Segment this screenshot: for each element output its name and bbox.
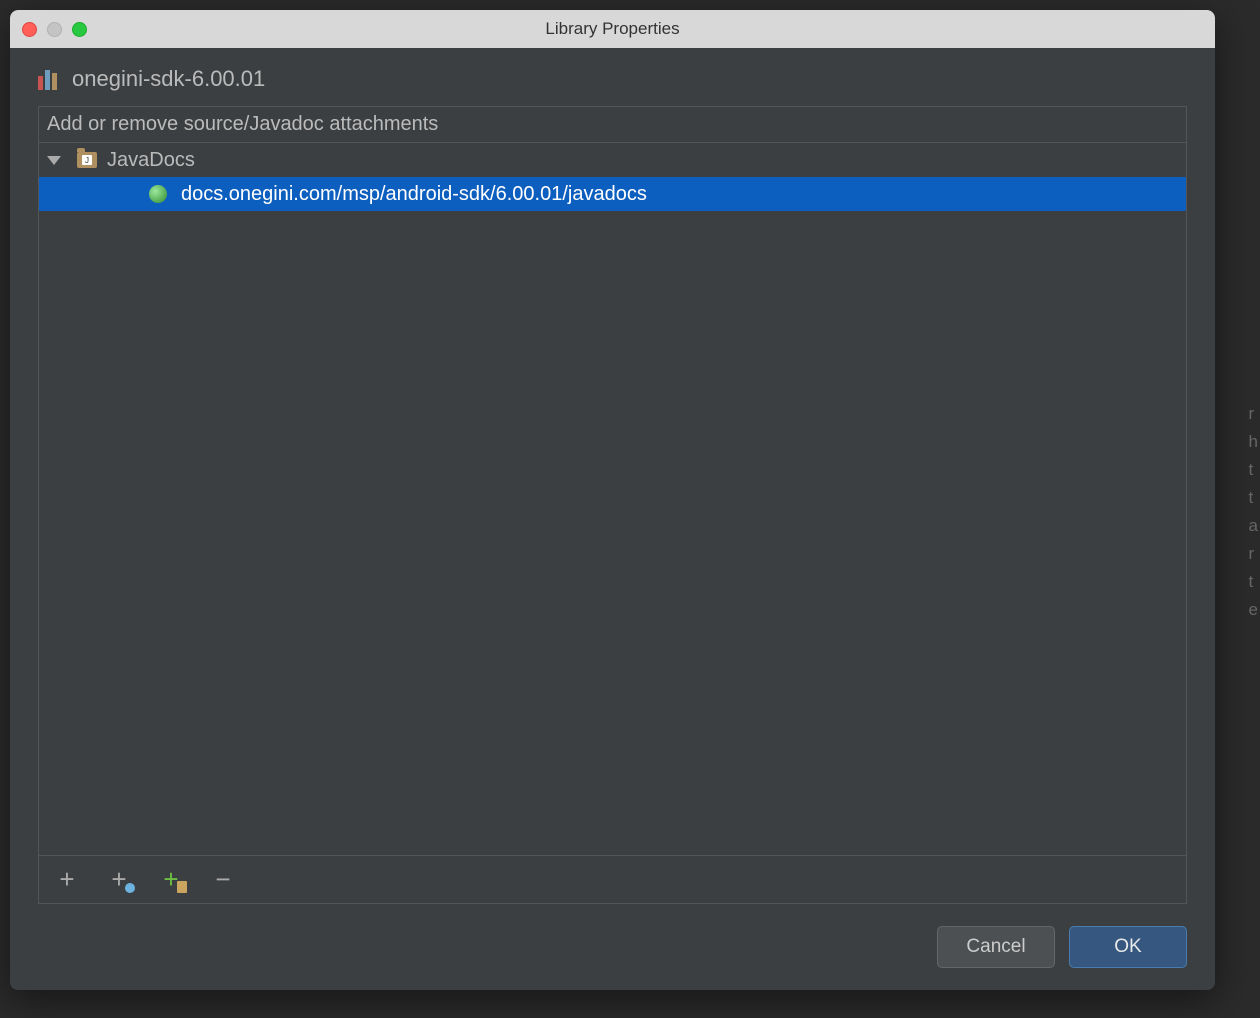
- close-window-button[interactable]: [22, 22, 37, 37]
- tree-node-label: docs.onegini.com/msp/android-sdk/6.00.01…: [181, 183, 647, 206]
- library-name: onegini-sdk-6.00.01: [72, 66, 265, 92]
- tree-node-label: JavaDocs: [107, 149, 195, 172]
- dialog-footer: Cancel OK: [10, 904, 1215, 990]
- dialog-content: onegini-sdk-6.00.01 Add or remove source…: [10, 48, 1215, 990]
- library-icon: [38, 68, 60, 90]
- window-controls: [22, 22, 87, 37]
- add-url-button[interactable]: [105, 866, 133, 894]
- chevron-down-icon[interactable]: [47, 156, 61, 165]
- minimize-window-button[interactable]: [47, 22, 62, 37]
- add-button[interactable]: [53, 866, 81, 894]
- titlebar: Library Properties: [10, 10, 1215, 48]
- panel-toolbar: [39, 855, 1186, 903]
- maximize-window-button[interactable]: [72, 22, 87, 37]
- folder-icon: J: [77, 152, 97, 168]
- add-file-button[interactable]: [157, 866, 185, 894]
- remove-button[interactable]: [209, 866, 237, 894]
- library-header: onegini-sdk-6.00.01: [10, 48, 1215, 106]
- tree-node-javadoc-url[interactable]: docs.onegini.com/msp/android-sdk/6.00.01…: [39, 177, 1186, 211]
- dialog-window: Library Properties onegini-sdk-6.00.01 A…: [10, 10, 1215, 990]
- background-text-fragment: r h t t a r t e: [1249, 400, 1258, 624]
- panel-header: Add or remove source/Javadoc attachments: [39, 107, 1186, 143]
- attachments-panel: Add or remove source/Javadoc attachments…: [38, 106, 1187, 904]
- window-title: Library Properties: [10, 19, 1215, 39]
- ok-button[interactable]: OK: [1069, 926, 1187, 968]
- tree-node-javadocs[interactable]: J JavaDocs: [39, 143, 1186, 177]
- globe-icon: [149, 185, 167, 203]
- cancel-button[interactable]: Cancel: [937, 926, 1055, 968]
- tree-area[interactable]: J JavaDocs docs.onegini.com/msp/android-…: [39, 143, 1186, 855]
